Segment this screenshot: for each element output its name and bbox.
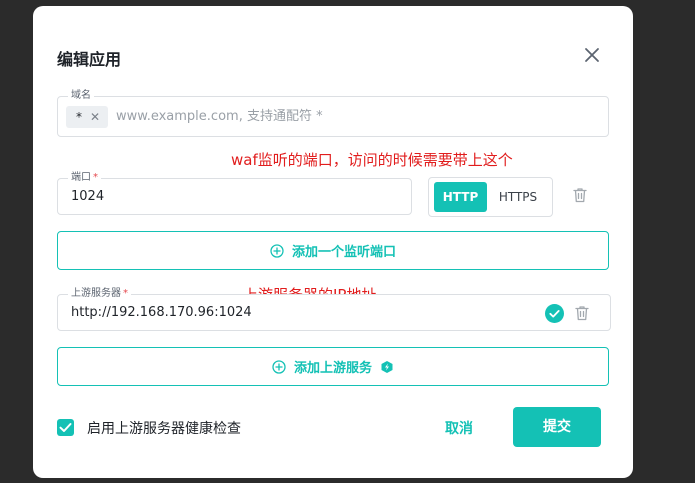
pro-badge-icon	[381, 360, 393, 373]
protocol-https-button[interactable]: HTTPS	[491, 182, 545, 212]
chip-remove-icon[interactable]: ✕	[90, 106, 100, 128]
health-check-checkbox[interactable]	[57, 419, 74, 436]
required-mark: *	[93, 172, 98, 183]
port-value: 1024	[71, 189, 105, 204]
valid-check-icon	[545, 304, 564, 323]
edit-app-dialog: 编辑应用 域名 * ✕ www.example.com, 支持通配符 * waf…	[33, 6, 633, 478]
domain-placeholder: www.example.com, 支持通配符 *	[116, 109, 323, 124]
upstream-label: 上游服务器	[71, 288, 121, 299]
port-field[interactable]: 端口 * 1024	[57, 171, 412, 215]
upstream-field[interactable]: 上游服务器 * http://192.168.170.96:1024	[57, 287, 611, 331]
dialog-title: 编辑应用	[57, 50, 122, 69]
domain-chip-text: *	[76, 110, 82, 124]
port-annotation: waf监听的端口，访问的时候需要带上这个	[231, 151, 513, 169]
add-upstream-label: 添加上游服务	[293, 361, 372, 376]
close-icon[interactable]	[581, 44, 603, 66]
cancel-button[interactable]: 取消	[445, 418, 473, 438]
add-upstream-button[interactable]: 添加上游服务	[57, 347, 609, 386]
trash-icon[interactable]	[573, 304, 591, 322]
upstream-value: http://192.168.170.96:1024	[71, 305, 252, 320]
add-port-button[interactable]: 添加一个监听端口	[57, 231, 609, 270]
plus-circle-icon	[270, 243, 284, 258]
health-check-label[interactable]: 启用上游服务器健康检查	[87, 418, 241, 438]
submit-button[interactable]: 提交	[513, 407, 601, 447]
trash-icon[interactable]	[571, 186, 589, 204]
domain-chip: * ✕	[66, 106, 109, 128]
required-mark: *	[123, 288, 128, 299]
protocol-http-button[interactable]: HTTP	[434, 182, 487, 212]
domain-label: 域名	[68, 89, 94, 103]
port-label: 端口	[71, 172, 91, 183]
domain-field[interactable]: 域名 * ✕ www.example.com, 支持通配符 *	[57, 89, 609, 137]
add-port-label: 添加一个监听端口	[291, 245, 396, 260]
plus-circle-icon	[272, 359, 286, 374]
protocol-toggle: HTTP HTTPS	[428, 177, 553, 217]
